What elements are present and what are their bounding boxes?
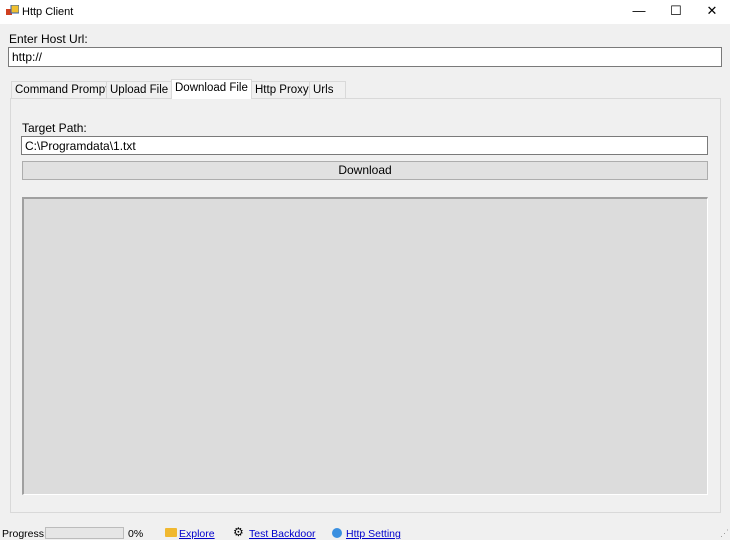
minimize-button[interactable]: — xyxy=(621,0,657,24)
http-setting-link[interactable]: Http Setting xyxy=(346,528,401,540)
tab-download-file[interactable]: Download File xyxy=(171,79,252,99)
tab-command-prompt[interactable]: Command Prompt xyxy=(11,81,113,98)
internet-explorer-icon xyxy=(332,528,342,538)
folder-icon xyxy=(165,528,177,537)
app-icon xyxy=(6,5,19,15)
gears-icon: ⚙ xyxy=(233,525,244,539)
host-url-input[interactable] xyxy=(8,47,722,67)
resize-grip-icon[interactable]: ⋰ xyxy=(720,528,729,539)
close-button[interactable]: ✕ xyxy=(694,0,730,24)
status-bar: Progress: 0% Explore ⚙ Test Backdoor Htt… xyxy=(0,524,730,540)
maximize-button[interactable]: ☐ xyxy=(658,0,694,24)
window-title: Http Client xyxy=(22,6,74,18)
target-path-label: Target Path: xyxy=(22,121,87,135)
explore-link[interactable]: Explore xyxy=(179,528,215,540)
output-area xyxy=(22,197,708,495)
progress-percent: 0% xyxy=(128,528,144,540)
download-button[interactable]: Download xyxy=(22,161,708,180)
progress-label: Progress: xyxy=(2,528,47,540)
tab-upload-file[interactable]: Upload File xyxy=(106,81,173,98)
test-backdoor-link[interactable]: Test Backdoor xyxy=(249,528,316,540)
tab-urls[interactable]: Urls xyxy=(309,81,346,98)
target-path-input[interactable] xyxy=(21,136,708,155)
host-url-label: Enter Host Url: xyxy=(9,32,88,46)
title-bar: Http Client — ☐ ✕ xyxy=(0,0,730,24)
tab-http-proxy[interactable]: Http Proxy xyxy=(251,81,313,98)
progress-bar xyxy=(45,527,124,539)
